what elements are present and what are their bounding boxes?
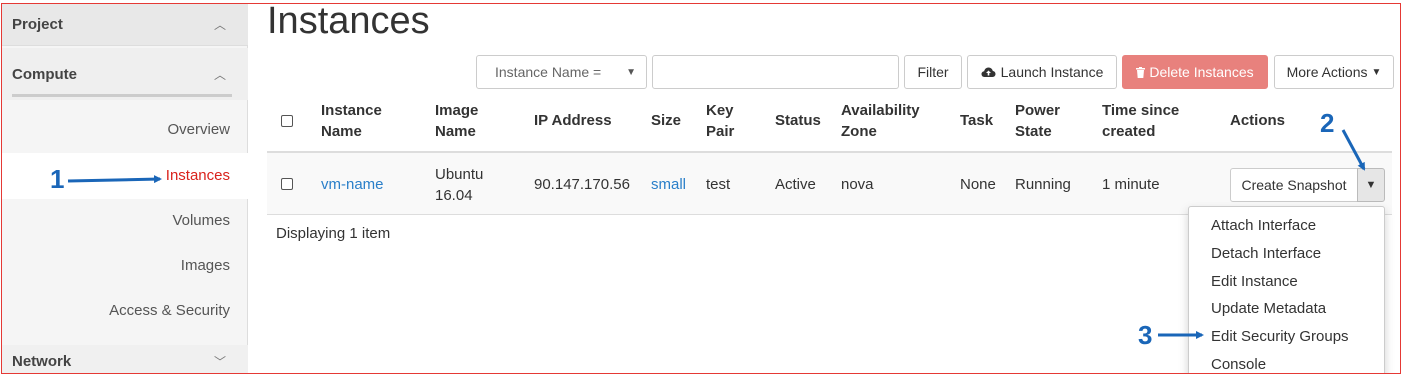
row-actions-dropdown-toggle[interactable]: ▼ — [1357, 168, 1385, 202]
header-line: Name — [321, 123, 362, 140]
create-snapshot-button[interactable]: Create Snapshot — [1230, 168, 1358, 202]
caret-down-icon: ▼ — [1371, 66, 1382, 78]
sidebar-item-images[interactable]: Images — [2, 257, 248, 274]
sidebar-item-overview[interactable]: Overview — [2, 121, 248, 138]
sidebar-section-project[interactable]: Project ︿ — [2, 4, 248, 46]
header-line: Zone — [841, 123, 877, 140]
menu-item-detach-interface[interactable]: Detach Interface — [1211, 245, 1321, 262]
section-divider — [12, 94, 232, 97]
create-snapshot-label: Create Snapshot — [1241, 177, 1347, 193]
status-cell: Active — [775, 176, 816, 193]
menu-item-attach-interface[interactable]: Attach Interface — [1211, 217, 1316, 234]
column-header-actions: Actions — [1230, 112, 1286, 129]
sidebar-item-instances[interactable]: Instances — [2, 167, 248, 184]
menu-item-edit-instance[interactable]: Edit Instance — [1211, 273, 1298, 290]
time-since-created-cell: 1 minute — [1102, 176, 1160, 193]
sidebar-item-volumes[interactable]: Volumes — [2, 212, 248, 229]
column-header-status[interactable]: Status — [775, 110, 821, 131]
trash-icon — [1136, 66, 1146, 78]
header-line: Time since — [1102, 102, 1180, 119]
page-title: Instances — [267, 3, 430, 42]
column-header-image-name[interactable]: Image Name — [435, 100, 478, 142]
task-cell: None — [960, 176, 996, 193]
header-line: Image — [435, 102, 479, 119]
launch-instance-button[interactable]: Launch Instance — [967, 55, 1117, 89]
menu-item-edit-security-groups[interactable]: Edit Security Groups — [1211, 328, 1349, 345]
delete-instances-label: Delete Instances — [1149, 64, 1254, 80]
column-header-instance-name[interactable]: Instance Name — [321, 100, 382, 142]
filter-button-label: Filter — [917, 64, 949, 80]
key-pair-cell: test — [706, 176, 731, 193]
annotation-number-2: 2 — [1320, 108, 1335, 138]
header-line: Name — [435, 123, 476, 140]
column-header-task[interactable]: Task — [960, 110, 993, 131]
more-actions-label: More Actions — [1286, 64, 1368, 80]
power-state-cell: Running — [1015, 176, 1071, 193]
cloud-upload-icon — [981, 67, 996, 77]
ip-address-cell: 90.147.170.56 — [534, 176, 630, 193]
more-actions-button[interactable]: More Actions ▼ — [1274, 55, 1394, 89]
header-line: State — [1015, 123, 1052, 140]
instance-name-link[interactable]: vm-name — [321, 174, 384, 195]
row-checkbox[interactable] — [281, 178, 293, 190]
image-name-cell: Ubuntu 16.04 — [435, 164, 483, 206]
header-line: Instance — [321, 102, 382, 119]
sidebar-compute-label: Compute — [12, 65, 77, 83]
flavor-size-link[interactable]: small — [651, 174, 686, 195]
caret-down-icon: ▼ — [1365, 179, 1377, 191]
chevron-down-icon: ﹀ — [213, 354, 226, 369]
launch-instance-label: Launch Instance — [1000, 64, 1104, 80]
header-line: Availability — [841, 102, 920, 119]
filter-field-select[interactable]: Instance Name = ▼ — [476, 55, 647, 89]
sidebar-project-label: Project — [12, 16, 63, 33]
column-header-size[interactable]: Size — [651, 110, 681, 131]
table-footer-count: Displaying 1 item — [276, 225, 391, 242]
filter-input[interactable] — [652, 55, 899, 89]
availability-zone-cell: nova — [841, 176, 874, 193]
column-header-power-state[interactable]: Power State — [1015, 100, 1060, 142]
header-line: Key — [706, 102, 734, 119]
sidebar-section-compute[interactable]: Compute ︿ — [2, 48, 248, 100]
caret-down-icon: ▼ — [626, 66, 636, 78]
filter-field-value: Instance Name = — [495, 64, 602, 80]
menu-item-console[interactable]: Console — [1211, 356, 1266, 373]
sidebar-item-access-security[interactable]: Access & Security — [2, 302, 248, 319]
cell-line: Ubuntu — [435, 166, 484, 183]
menu-item-update-metadata[interactable]: Update Metadata — [1211, 300, 1326, 317]
filter-button[interactable]: Filter — [904, 55, 962, 89]
column-header-time-since-created[interactable]: Time since created — [1102, 100, 1179, 142]
row-actions-dropdown-menu: Attach Interface Detach Interface Edit I… — [1188, 206, 1385, 373]
screenshot-frame: Project ︿ Compute ︿ Overview Instances V… — [1, 3, 1401, 374]
column-header-availability-zone[interactable]: Availability Zone — [841, 100, 920, 142]
header-line: Power — [1015, 102, 1061, 119]
sidebar: Project ︿ Compute ︿ Overview Instances V… — [2, 4, 249, 373]
cell-line: 16.04 — [435, 187, 473, 204]
column-header-ip-address[interactable]: IP Address — [534, 110, 612, 131]
sidebar-section-network[interactable]: Network ﹀ — [2, 345, 248, 373]
chevron-up-icon: ︿ — [213, 18, 226, 32]
header-line: created — [1102, 123, 1156, 140]
sidebar-network-label: Network — [12, 352, 72, 370]
column-header-key-pair[interactable]: Key Pair — [706, 100, 734, 142]
delete-instances-button[interactable]: Delete Instances — [1122, 55, 1268, 89]
annotation-number-1: 1 — [50, 164, 65, 194]
annotation-number-3: 3 — [1138, 320, 1153, 350]
select-all-checkbox[interactable] — [281, 115, 293, 127]
chevron-up-icon: ︿ — [213, 67, 226, 82]
header-line: Pair — [706, 123, 735, 140]
